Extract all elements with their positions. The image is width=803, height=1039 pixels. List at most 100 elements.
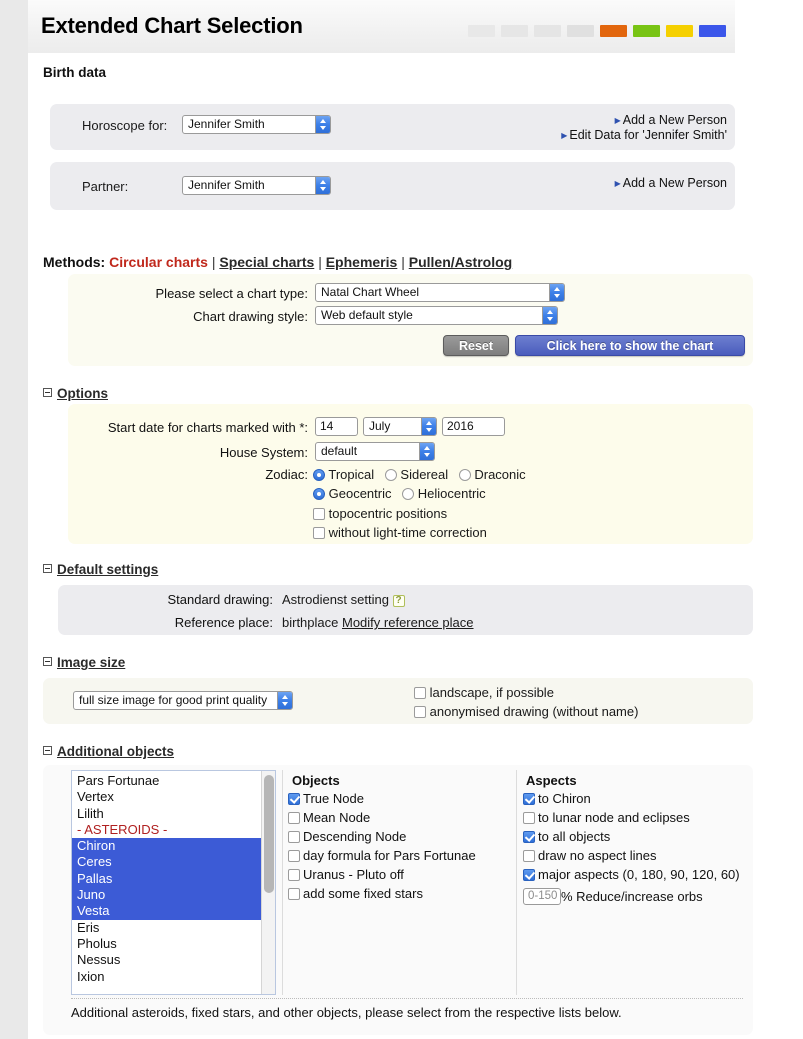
additional-objects-toggle[interactable]: Additional objects [43,744,174,759]
drawing-style-value: Web default style [321,308,413,322]
checkbox-true-node[interactable]: True Node [288,792,476,806]
horoscope-label: Horoscope for: [82,118,168,133]
method-ephemeris[interactable]: Ephemeris [326,254,398,270]
list-item[interactable]: Ixion [72,969,261,985]
checkbox-fixed-stars-label: add some fixed stars [303,886,423,901]
checkbox-no-aspect-lines[interactable]: draw no aspect lines [523,849,740,863]
checkbox-icon [288,869,300,881]
start-month-select[interactable]: July [363,417,437,436]
checkbox-day-formula[interactable]: day formula for Pars Fortunae [288,849,476,863]
horoscope-panel: Horoscope for: Jennifer Smith ▶ Add a New… [50,104,735,150]
checkbox-topocentric[interactable]: topocentric positions [313,506,447,521]
radio-tropical[interactable]: Tropical [313,467,374,482]
add-new-person-link-partner[interactable]: ▶ Add a New Person [615,176,727,190]
list-item[interactable]: Pars Fortunae [72,773,261,789]
checkbox-major-aspects-label: major aspects (0, 180, 90, 120, 60) [538,867,740,882]
radio-dot-icon [313,488,325,500]
checkbox-icon [288,831,300,843]
chart-type-label: Please select a chart type: [155,286,308,301]
image-size-toggle[interactable]: Image size [43,655,125,670]
aspects-column-heading: Aspects [526,773,577,788]
checkbox-lunar-node-eclipses-label: to lunar node and eclipses [538,810,690,825]
edit-data-label: Edit Data for 'Jennifer Smith' [569,128,727,142]
checkbox-anonymised[interactable]: anonymised drawing (without name) [414,704,638,719]
modify-reference-place-link[interactable]: Modify reference place [342,615,474,630]
reference-place-value-row: birthplace Modify reference place [282,615,474,630]
partner-label: Partner: [82,179,129,194]
radio-draconic-label: Draconic [474,467,526,482]
chart-type-select[interactable]: Natal Chart Wheel [315,283,565,302]
default-settings-toggle[interactable]: Default settings [43,562,158,577]
methods-separator: | [401,254,405,270]
house-system-select[interactable]: default [315,442,435,461]
drawing-style-select[interactable]: Web default style [315,306,558,325]
list-item[interactable]: Vertex [72,789,261,805]
additional-objects-panel: Pars Fortunae Vertex Lilith - ASTEROIDS … [43,765,753,1035]
checkbox-icon [523,869,535,881]
listbox-scrollbar[interactable] [261,771,275,994]
checkbox-landscape[interactable]: landscape, if possible [414,685,554,700]
checkbox-mean-node[interactable]: Mean Node [288,811,476,825]
checkbox-light-time[interactable]: without light-time correction [313,525,487,540]
add-new-person-label: Add a New Person [622,113,727,127]
checkbox-to-chiron[interactable]: to Chiron [523,792,740,806]
list-item[interactable]: Pholus [72,936,261,952]
add-new-person-link-horoscope[interactable]: ▶ Add a New Person [615,113,727,127]
radio-heliocentric[interactable]: Heliocentric [402,486,486,501]
landscape-row: landscape, if possible [414,685,554,700]
bar-grey-1 [468,25,495,37]
reset-button[interactable]: Reset [443,335,509,356]
checkbox-icon [414,706,426,718]
list-item[interactable]: Juno [72,887,261,904]
bar-grey-2 [501,25,528,37]
horoscope-person-select[interactable]: Jennifer Smith [182,115,331,134]
app-header: Extended Chart Selection [28,0,735,53]
list-item[interactable]: Chiron [72,838,261,855]
image-size-select[interactable]: full size image for good print quality [73,691,293,710]
image-size-panel: full size image for good print quality l… [43,678,753,724]
method-circular-charts[interactable]: Circular charts [109,254,208,270]
checkbox-icon [288,812,300,824]
bar-grey-4 [567,25,594,37]
checkbox-to-all-objects[interactable]: to all objects [523,830,740,844]
page-title: Extended Chart Selection [41,13,303,38]
show-chart-button[interactable]: Click here to show the chart [515,335,745,356]
checkbox-uranus-pluto-off-label: Uranus - Pluto off [303,867,404,882]
checkbox-icon [523,793,535,805]
help-question-icon[interactable]: ? [392,595,405,607]
orb-input[interactable]: 0-150 [523,888,561,905]
start-year-input[interactable]: 2016 [442,417,505,436]
checkbox-fixed-stars[interactable]: add some fixed stars [288,887,476,901]
triangle-right-icon: ▶ [614,116,621,125]
list-item[interactable]: Pallas [72,870,261,888]
options-section-toggle[interactable]: Options [43,386,108,401]
radio-sidereal[interactable]: Sidereal [384,467,449,482]
method-pullen-astrolog[interactable]: Pullen/Astrolog [409,254,512,270]
radio-sidereal-label: Sidereal [400,467,449,482]
method-special-charts[interactable]: Special charts [219,254,314,270]
partner-person-select[interactable]: Jennifer Smith [182,176,331,195]
list-item[interactable]: Eris [72,920,261,936]
edit-data-link[interactable]: ▶ Edit Data for 'Jennifer Smith' [561,128,727,142]
list-item[interactable]: Vesta [72,903,261,920]
methods-label: Methods: [43,254,106,270]
start-day-input[interactable]: 14 [315,417,358,436]
checkbox-lunar-node-eclipses[interactable]: to lunar node and eclipses [523,811,740,825]
list-item[interactable]: Lilith [72,806,261,822]
checkbox-day-formula-label: day formula for Pars Fortunae [303,848,476,863]
radio-dot-icon [458,469,471,481]
checkbox-light-time-label: without light-time correction [328,525,487,540]
checkbox-uranus-pluto-off[interactable]: Uranus - Pluto off [288,868,476,882]
radio-draconic[interactable]: Draconic [458,467,526,482]
checkbox-major-aspects[interactable]: major aspects (0, 180, 90, 120, 60) [523,868,740,882]
radio-tropical-label: Tropical [328,467,375,482]
radio-geocentric[interactable]: Geocentric [313,486,392,501]
listbox-options: Pars Fortunae Vertex Lilith - ASTEROIDS … [72,771,261,994]
listbox-scrollbar-thumb[interactable] [264,775,274,893]
additional-objects-listbox[interactable]: Pars Fortunae Vertex Lilith - ASTEROIDS … [71,770,276,995]
checkbox-descending-node-label: Descending Node [303,829,407,844]
list-item[interactable]: Ceres [72,854,261,871]
list-item[interactable]: Nessus [72,952,261,968]
collapse-minus-icon [43,388,52,397]
checkbox-descending-node[interactable]: Descending Node [288,830,476,844]
